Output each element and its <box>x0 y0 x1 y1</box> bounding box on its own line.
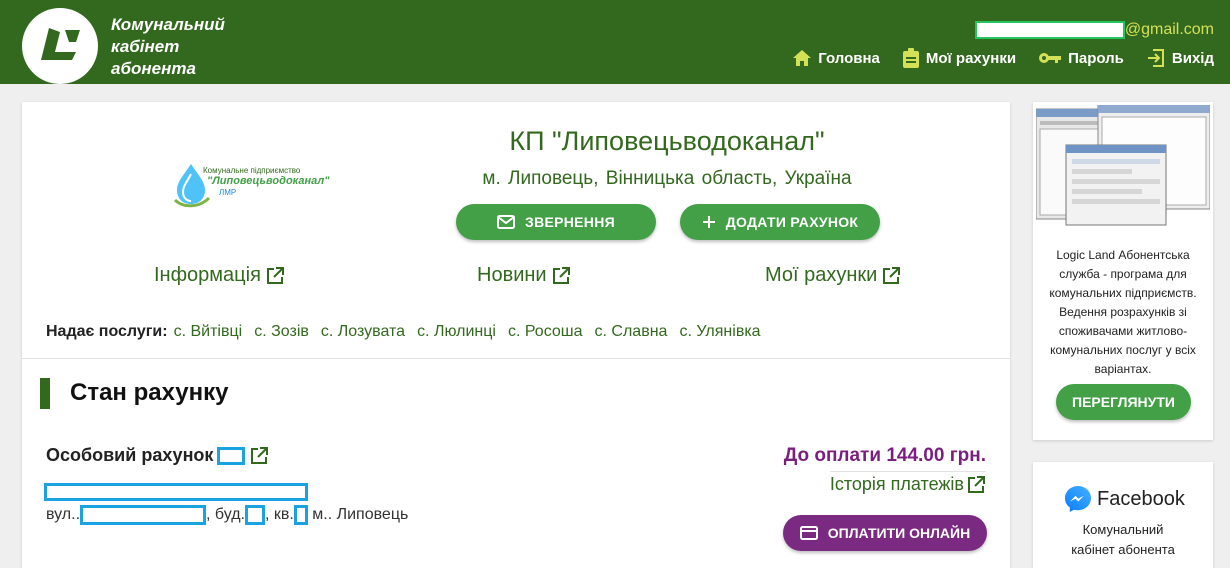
app-logo[interactable] <box>22 8 98 84</box>
brand-line: абонента <box>111 59 196 78</box>
nav-password[interactable]: Пароль <box>1038 48 1124 68</box>
logout-icon <box>1147 49 1164 67</box>
mail-icon <box>497 215 515 229</box>
key-icon <box>1039 53 1062 63</box>
nav-home[interactable]: Головна <box>792 48 880 68</box>
account-address: вул.. , буд. , кв. м.. Липовець <box>46 505 408 525</box>
my-accounts-link[interactable]: Мої рахунки <box>765 264 901 287</box>
external-link-icon <box>552 266 570 284</box>
facebook-subtitle: Комунальний кабінет абонента <box>1043 520 1203 560</box>
external-link-icon <box>968 475 985 493</box>
service-village: с. Росоша <box>507 323 583 340</box>
service-village: с. Люлинці <box>417 323 496 340</box>
appeal-button-label: ЗВЕРНЕННЯ <box>525 214 615 230</box>
email-domain: @gmail.com <box>1124 21 1214 38</box>
org-region: Вінницька область, <box>605 168 778 189</box>
top-header: Комунальний кабінет абонента @gmail.com … <box>0 0 1230 84</box>
nav-home-label: Головна <box>818 49 880 67</box>
street-redaction <box>80 505 207 525</box>
facebook-subtitle-line: Комунальний <box>1082 522 1164 537</box>
plus-icon <box>702 216 715 228</box>
service-village: с. Славна <box>594 323 668 340</box>
org-logo-line: Комунальне підприємство <box>203 166 301 175</box>
home-icon <box>793 50 812 66</box>
appeal-button[interactable]: ЗВЕРНЕННЯ <box>456 204 656 240</box>
external-link-icon[interactable] <box>249 446 269 466</box>
add-account-button[interactable]: ДОДАТИ РАХУНОК <box>680 204 880 240</box>
main-card: Комунальне підприємство "Липовецьводокан… <box>22 102 1010 568</box>
org-location: м. Липовець, Вінницька область, Україна <box>382 168 952 190</box>
owner-name-redaction <box>44 483 308 501</box>
brand-title: Комунальний кабінет абонента <box>111 14 225 80</box>
ad-card: Logic Land Абонентська служба - програма… <box>1033 102 1213 440</box>
house-redaction <box>244 505 265 525</box>
nav-password-label: Пароль <box>1068 49 1124 67</box>
brand-line: кабінет <box>111 37 180 56</box>
news-link[interactable]: Новини <box>477 264 571 287</box>
amount-due: До оплати 144.00 грн. <box>783 445 986 466</box>
payment-history-label: Історія платежів <box>829 474 964 494</box>
service-village: с. Лозувата <box>320 323 406 340</box>
section-title: Стан рахунку <box>70 379 229 406</box>
news-link-label: Новини <box>477 264 547 286</box>
nav-my-accounts[interactable]: Мої рахунки <box>902 48 1016 68</box>
main-nav: Головна Мої рахунки Пароль Вихід <box>792 48 1214 68</box>
org-country: Україна <box>784 168 852 189</box>
service-village: с. Улянівка <box>679 323 761 340</box>
ad-description: Logic Land Абонентська служба - програма… <box>1049 248 1197 376</box>
org-logo: Комунальне підприємство "Липовецьводокан… <box>169 160 329 210</box>
messenger-icon <box>1065 486 1091 512</box>
email-redaction <box>974 21 1125 39</box>
facebook-card[interactable]: Facebook Комунальний кабінет абонента <box>1033 462 1213 568</box>
address-street-prefix: вул.. <box>46 506 81 523</box>
logo-mark-icon <box>41 28 80 60</box>
account-number-row: Особовий рахунок <box>46 445 269 466</box>
payment-history-link[interactable]: Історія платежів <box>829 471 986 495</box>
external-link-icon <box>883 266 901 284</box>
nav-exit-label: Вихід <box>1171 49 1214 67</box>
view-button[interactable]: ПЕРЕГЛЯНУТИ <box>1056 384 1191 420</box>
brand-line: Комунальний <box>111 15 225 34</box>
credit-card-icon <box>799 526 818 540</box>
org-city: м. Липовець, <box>482 168 599 189</box>
address-city: м.. Липовець <box>307 506 409 523</box>
nav-exit[interactable]: Вихід <box>1146 48 1214 68</box>
pay-online-button-label: ОПЛАТИТИ ОНЛАЙН <box>827 525 971 541</box>
services-list: Надає послуги: с. Вйтівці с. Зозів с. Ло… <box>46 323 761 341</box>
flat-redaction <box>293 505 308 525</box>
pay-online-button[interactable]: ОПЛАТИТИ ОНЛАЙН <box>783 515 987 551</box>
section-accent-bar <box>40 378 50 409</box>
software-screenshot-image[interactable] <box>1036 105 1210 229</box>
account-label: Особовий рахунок <box>46 445 214 465</box>
external-link-icon <box>266 266 284 284</box>
section-divider <box>22 358 1010 359</box>
facebook-title: Facebook <box>1097 487 1185 510</box>
org-logo-line: ЛМР <box>219 188 237 197</box>
user-email: @gmail.com <box>974 20 1214 40</box>
nav-my-accounts-label: Мої рахунки <box>925 49 1017 67</box>
clipboard-icon <box>902 48 919 68</box>
facebook-header: Facebook <box>1063 484 1185 514</box>
add-account-button-label: ДОДАТИ РАХУНОК <box>725 214 859 230</box>
org-title: КП "Липовецьводоканал" <box>509 126 825 156</box>
info-link-label: Інформація <box>154 264 261 286</box>
services-label: Надає послуги: <box>46 323 168 340</box>
service-village: с. Зозів <box>254 323 309 340</box>
service-village: с. Вйтівці <box>173 323 243 340</box>
my-accounts-link-label: Мої рахунки <box>765 264 878 286</box>
address-house-prefix: , буд. <box>206 506 245 523</box>
account-number-redaction <box>217 446 246 465</box>
org-logo-line: "Липовецьводоканал" <box>207 175 330 187</box>
facebook-subtitle-line: кабінет абонента <box>1071 542 1175 557</box>
address-flat-prefix: , кв. <box>264 506 294 523</box>
info-link[interactable]: Інформація <box>154 264 285 287</box>
